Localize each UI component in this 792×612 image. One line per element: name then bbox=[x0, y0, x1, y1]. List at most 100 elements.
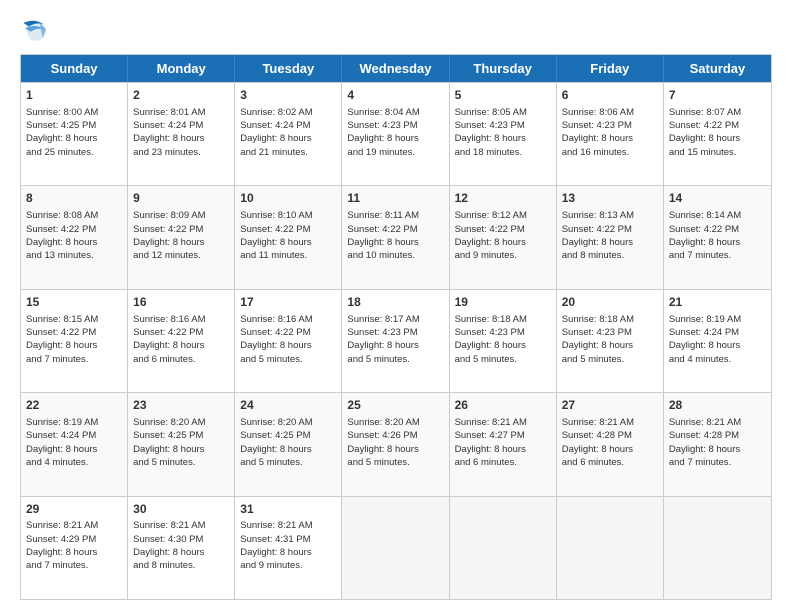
daylight-line: Daylight: 8 hours bbox=[669, 236, 766, 249]
day-number: 12 bbox=[455, 190, 551, 207]
day-number: 31 bbox=[240, 501, 336, 518]
daylight-line: and 25 minutes. bbox=[26, 146, 122, 159]
sunset-line: Sunset: 4:22 PM bbox=[133, 223, 229, 236]
daylight-line: and 9 minutes. bbox=[240, 559, 336, 572]
daylight-line: and 13 minutes. bbox=[26, 249, 122, 262]
sunrise-line: Sunrise: 8:09 AM bbox=[133, 209, 229, 222]
day-number: 9 bbox=[133, 190, 229, 207]
daylight-line: and 9 minutes. bbox=[455, 249, 551, 262]
daylight-line: Daylight: 8 hours bbox=[133, 546, 229, 559]
day-number: 4 bbox=[347, 87, 443, 104]
daylight-line: Daylight: 8 hours bbox=[669, 339, 766, 352]
logo-icon bbox=[20, 16, 48, 44]
day-number: 20 bbox=[562, 294, 658, 311]
sunrise-line: Sunrise: 8:12 AM bbox=[455, 209, 551, 222]
calendar-header: SundayMondayTuesdayWednesdayThursdayFrid… bbox=[21, 55, 771, 82]
daylight-line: and 21 minutes. bbox=[240, 146, 336, 159]
day-number: 28 bbox=[669, 397, 766, 414]
sunrise-line: Sunrise: 8:19 AM bbox=[26, 416, 122, 429]
day-cell-21: 21Sunrise: 8:19 AMSunset: 4:24 PMDayligh… bbox=[664, 290, 771, 392]
sunrise-line: Sunrise: 8:20 AM bbox=[133, 416, 229, 429]
day-cell-24: 24Sunrise: 8:20 AMSunset: 4:25 PMDayligh… bbox=[235, 393, 342, 495]
weekday-header-monday: Monday bbox=[128, 55, 235, 82]
daylight-line: and 5 minutes. bbox=[347, 353, 443, 366]
sunset-line: Sunset: 4:22 PM bbox=[562, 223, 658, 236]
sunset-line: Sunset: 4:25 PM bbox=[240, 429, 336, 442]
sunrise-line: Sunrise: 8:20 AM bbox=[240, 416, 336, 429]
day-cell-31: 31Sunrise: 8:21 AMSunset: 4:31 PMDayligh… bbox=[235, 497, 342, 599]
daylight-line: and 15 minutes. bbox=[669, 146, 766, 159]
day-cell-12: 12Sunrise: 8:12 AMSunset: 4:22 PMDayligh… bbox=[450, 186, 557, 288]
daylight-line: and 12 minutes. bbox=[133, 249, 229, 262]
calendar-row-4: 22Sunrise: 8:19 AMSunset: 4:24 PMDayligh… bbox=[21, 392, 771, 495]
empty-cell bbox=[342, 497, 449, 599]
sunset-line: Sunset: 4:22 PM bbox=[669, 223, 766, 236]
sunrise-line: Sunrise: 8:01 AM bbox=[133, 106, 229, 119]
empty-cell bbox=[450, 497, 557, 599]
day-number: 26 bbox=[455, 397, 551, 414]
daylight-line: and 5 minutes. bbox=[455, 353, 551, 366]
day-cell-15: 15Sunrise: 8:15 AMSunset: 4:22 PMDayligh… bbox=[21, 290, 128, 392]
sunset-line: Sunset: 4:24 PM bbox=[26, 429, 122, 442]
sunrise-line: Sunrise: 8:18 AM bbox=[562, 313, 658, 326]
sunrise-line: Sunrise: 8:13 AM bbox=[562, 209, 658, 222]
daylight-line: Daylight: 8 hours bbox=[133, 443, 229, 456]
daylight-line: Daylight: 8 hours bbox=[26, 236, 122, 249]
daylight-line: and 11 minutes. bbox=[240, 249, 336, 262]
sunset-line: Sunset: 4:23 PM bbox=[562, 119, 658, 132]
sunset-line: Sunset: 4:22 PM bbox=[240, 223, 336, 236]
day-cell-29: 29Sunrise: 8:21 AMSunset: 4:29 PMDayligh… bbox=[21, 497, 128, 599]
daylight-line: Daylight: 8 hours bbox=[26, 546, 122, 559]
weekday-header-friday: Friday bbox=[557, 55, 664, 82]
weekday-header-thursday: Thursday bbox=[450, 55, 557, 82]
day-number: 29 bbox=[26, 501, 122, 518]
sunset-line: Sunset: 4:23 PM bbox=[562, 326, 658, 339]
sunrise-line: Sunrise: 8:16 AM bbox=[133, 313, 229, 326]
day-cell-2: 2Sunrise: 8:01 AMSunset: 4:24 PMDaylight… bbox=[128, 83, 235, 185]
day-number: 17 bbox=[240, 294, 336, 311]
daylight-line: Daylight: 8 hours bbox=[562, 339, 658, 352]
sunrise-line: Sunrise: 8:21 AM bbox=[133, 519, 229, 532]
day-number: 27 bbox=[562, 397, 658, 414]
sunrise-line: Sunrise: 8:04 AM bbox=[347, 106, 443, 119]
sunset-line: Sunset: 4:23 PM bbox=[455, 119, 551, 132]
daylight-line: Daylight: 8 hours bbox=[133, 339, 229, 352]
sunset-line: Sunset: 4:23 PM bbox=[455, 326, 551, 339]
day-number: 2 bbox=[133, 87, 229, 104]
daylight-line: and 16 minutes. bbox=[562, 146, 658, 159]
sunrise-line: Sunrise: 8:21 AM bbox=[240, 519, 336, 532]
daylight-line: and 7 minutes. bbox=[669, 249, 766, 262]
weekday-header-sunday: Sunday bbox=[21, 55, 128, 82]
sunset-line: Sunset: 4:22 PM bbox=[26, 326, 122, 339]
sunrise-line: Sunrise: 8:20 AM bbox=[347, 416, 443, 429]
sunset-line: Sunset: 4:23 PM bbox=[347, 326, 443, 339]
sunrise-line: Sunrise: 8:06 AM bbox=[562, 106, 658, 119]
day-number: 11 bbox=[347, 190, 443, 207]
daylight-line: Daylight: 8 hours bbox=[455, 132, 551, 145]
daylight-line: and 6 minutes. bbox=[562, 456, 658, 469]
daylight-line: and 18 minutes. bbox=[455, 146, 551, 159]
daylight-line: Daylight: 8 hours bbox=[562, 236, 658, 249]
sunrise-line: Sunrise: 8:21 AM bbox=[26, 519, 122, 532]
day-number: 16 bbox=[133, 294, 229, 311]
sunset-line: Sunset: 4:24 PM bbox=[133, 119, 229, 132]
sunrise-line: Sunrise: 8:08 AM bbox=[26, 209, 122, 222]
sunrise-line: Sunrise: 8:21 AM bbox=[562, 416, 658, 429]
daylight-line: and 7 minutes. bbox=[26, 353, 122, 366]
day-cell-19: 19Sunrise: 8:18 AMSunset: 4:23 PMDayligh… bbox=[450, 290, 557, 392]
sunset-line: Sunset: 4:28 PM bbox=[562, 429, 658, 442]
sunset-line: Sunset: 4:25 PM bbox=[26, 119, 122, 132]
sunrise-line: Sunrise: 8:16 AM bbox=[240, 313, 336, 326]
sunrise-line: Sunrise: 8:21 AM bbox=[669, 416, 766, 429]
sunset-line: Sunset: 4:26 PM bbox=[347, 429, 443, 442]
weekday-header-wednesday: Wednesday bbox=[342, 55, 449, 82]
sunset-line: Sunset: 4:29 PM bbox=[26, 533, 122, 546]
day-number: 30 bbox=[133, 501, 229, 518]
day-cell-6: 6Sunrise: 8:06 AMSunset: 4:23 PMDaylight… bbox=[557, 83, 664, 185]
sunset-line: Sunset: 4:25 PM bbox=[133, 429, 229, 442]
daylight-line: and 5 minutes. bbox=[347, 456, 443, 469]
day-cell-27: 27Sunrise: 8:21 AMSunset: 4:28 PMDayligh… bbox=[557, 393, 664, 495]
page: SundayMondayTuesdayWednesdayThursdayFrid… bbox=[0, 0, 792, 612]
daylight-line: Daylight: 8 hours bbox=[455, 339, 551, 352]
day-cell-4: 4Sunrise: 8:04 AMSunset: 4:23 PMDaylight… bbox=[342, 83, 449, 185]
